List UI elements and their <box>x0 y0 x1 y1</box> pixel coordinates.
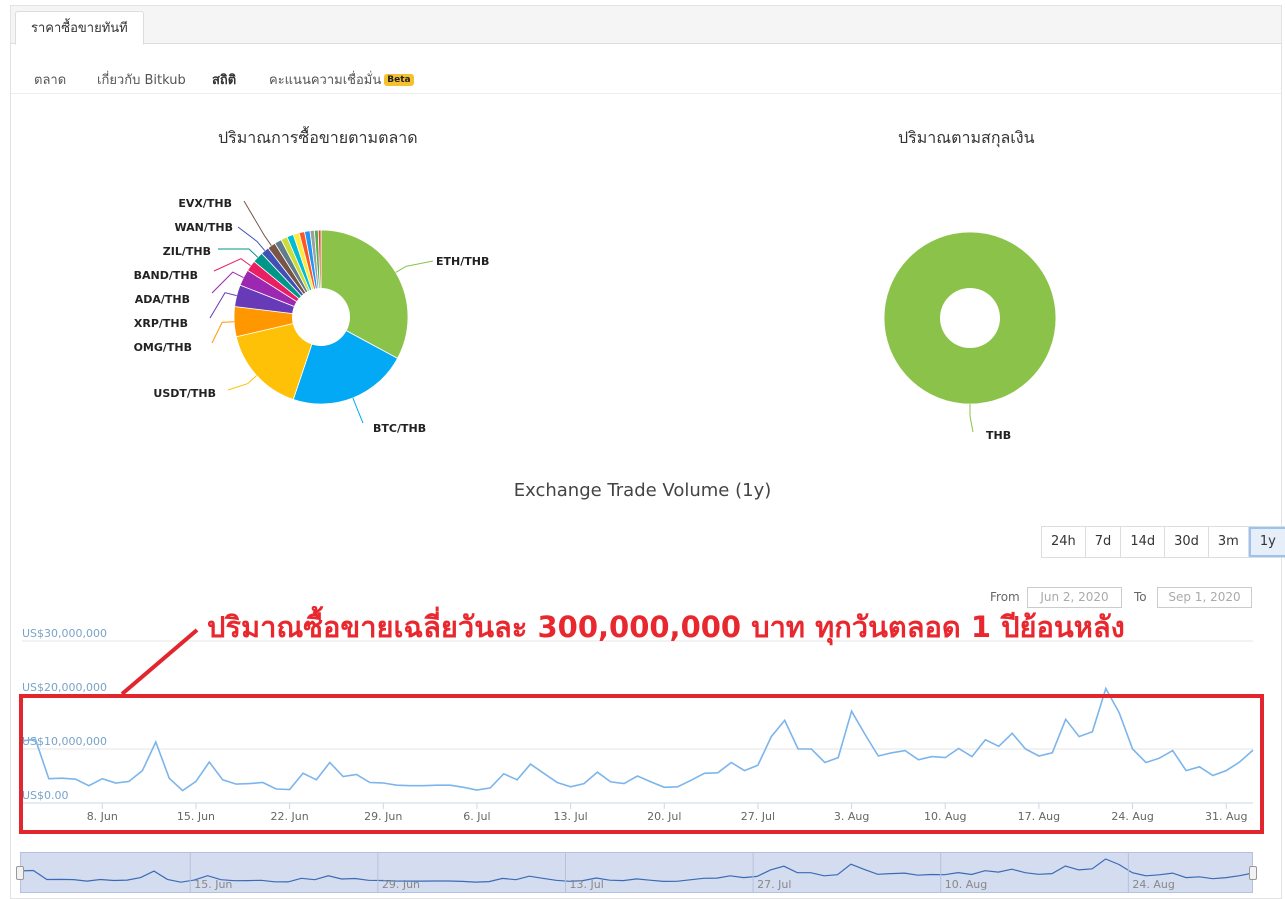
annotation-arrow <box>120 628 199 696</box>
annotation-text: ปริมาณซื้อขายเฉลี่ยวันละ 300,000,000 บาท… <box>207 610 1125 644</box>
